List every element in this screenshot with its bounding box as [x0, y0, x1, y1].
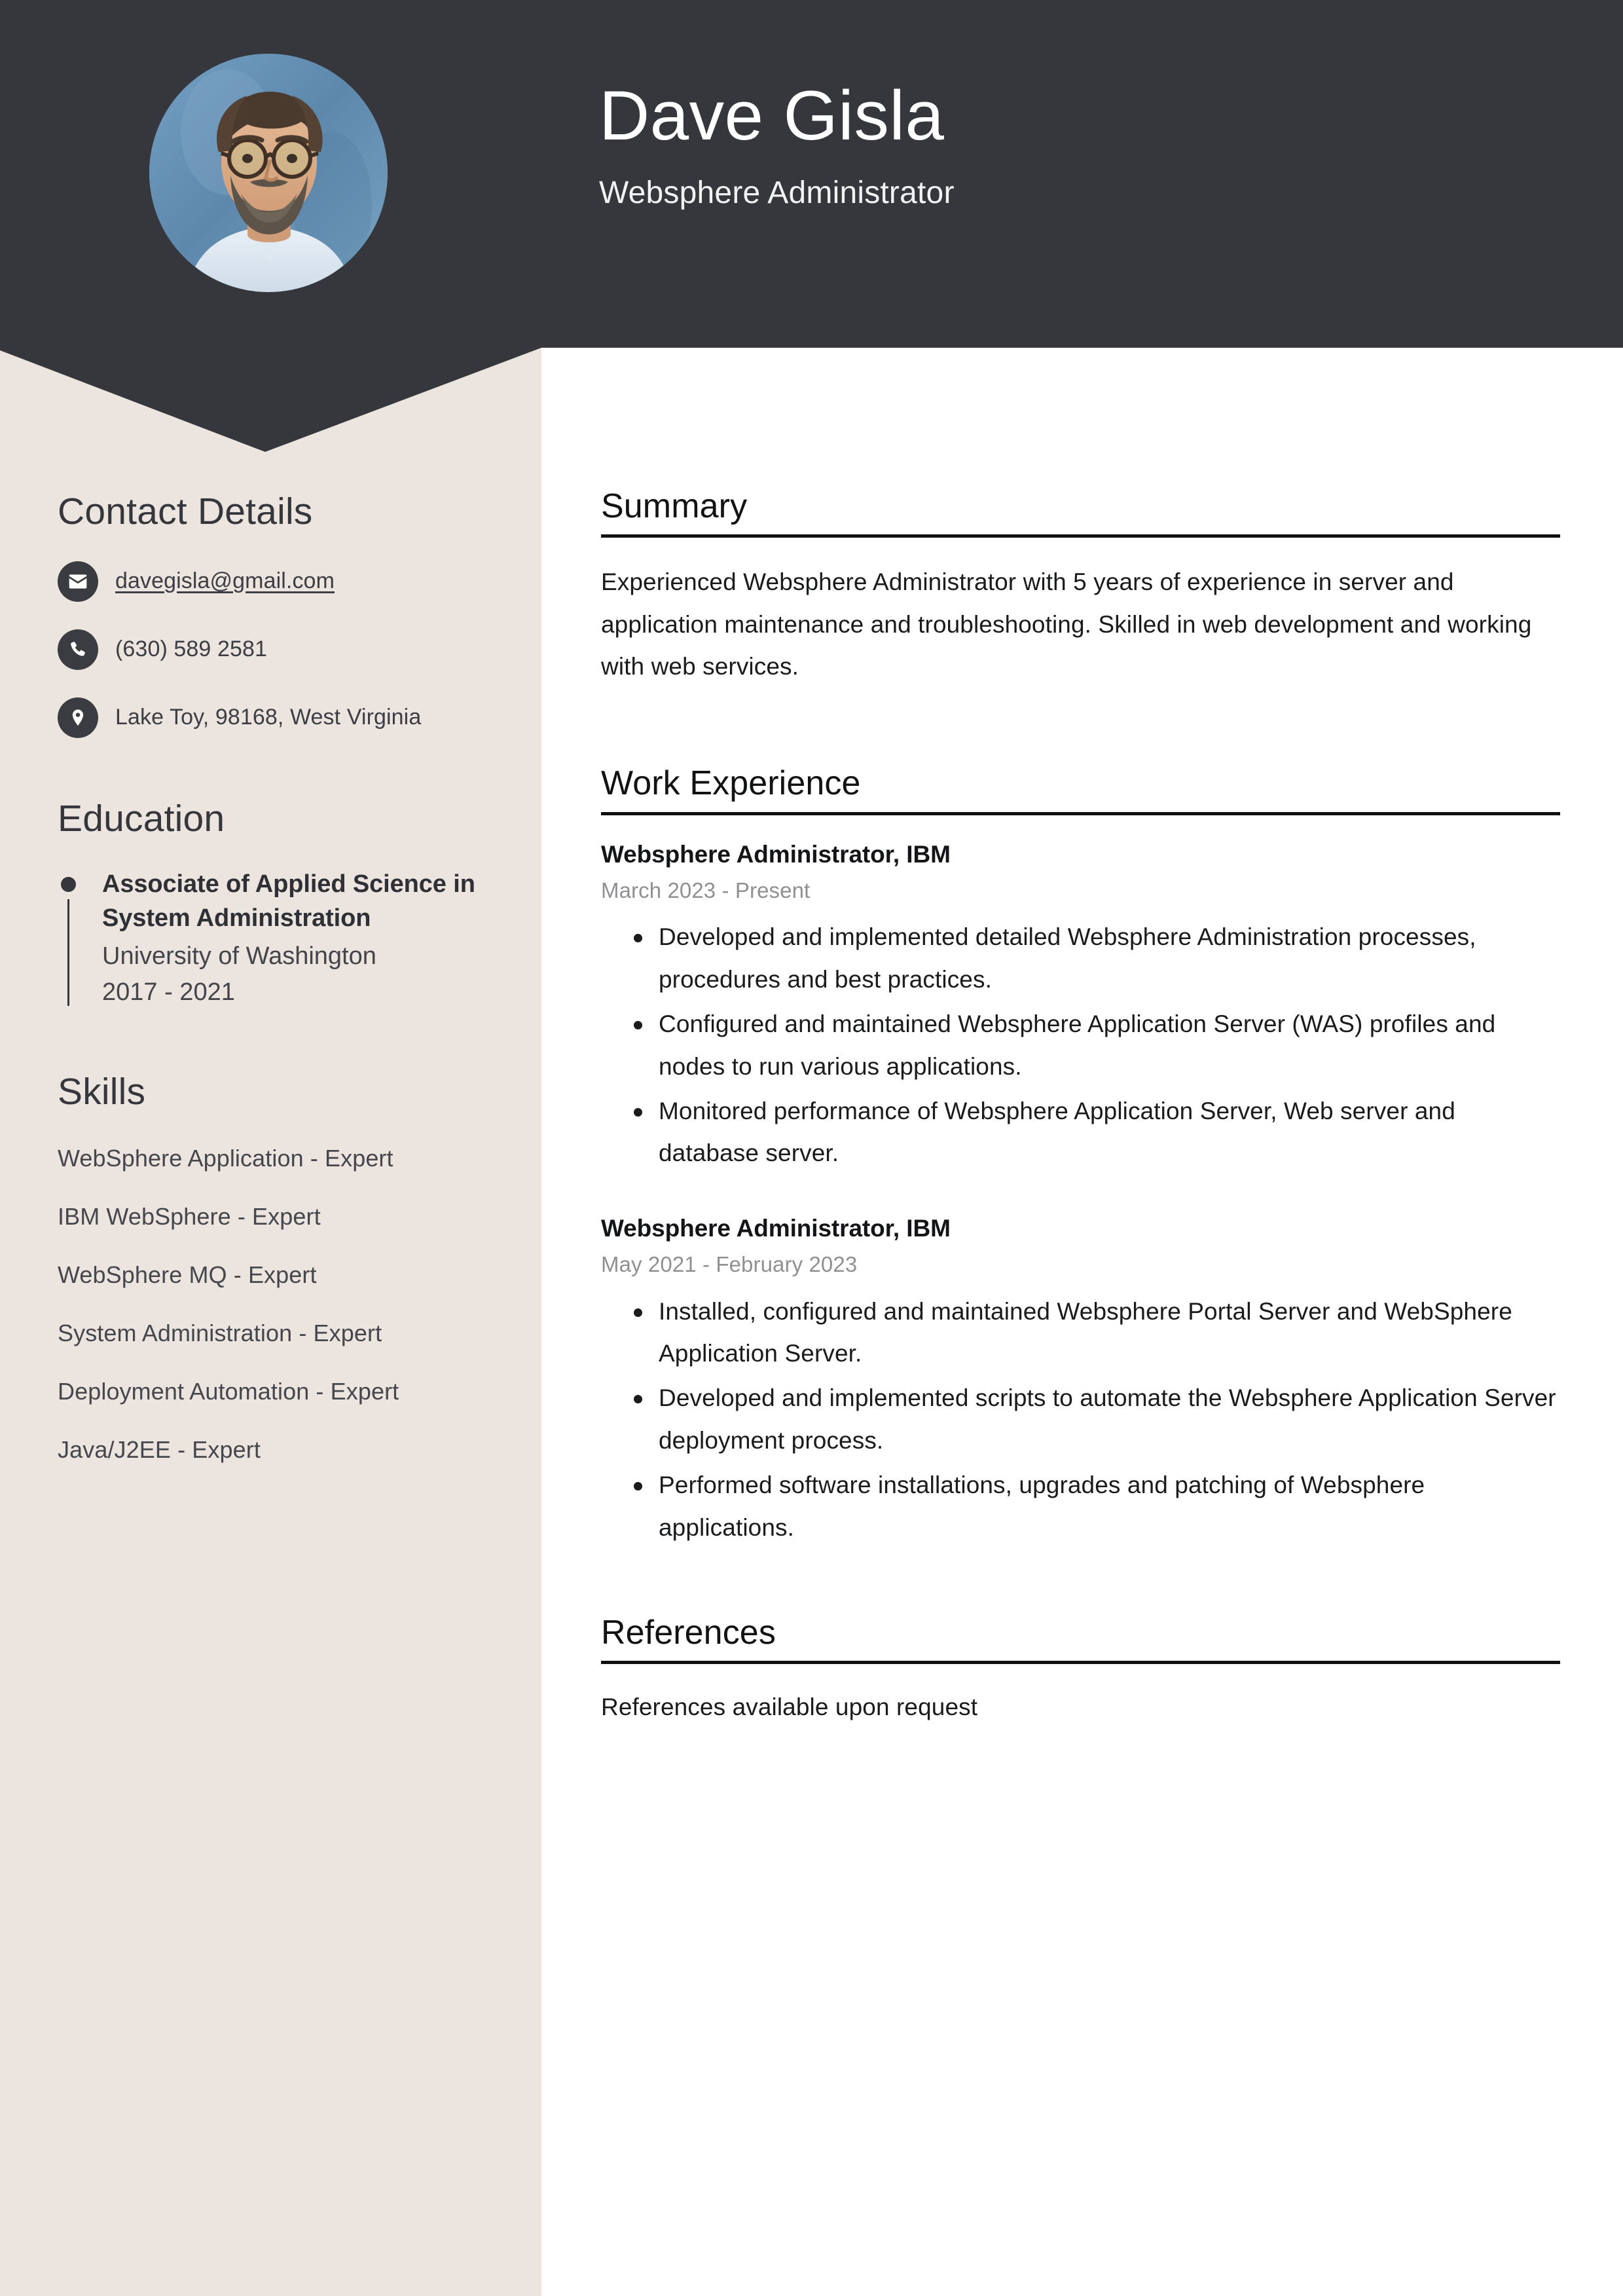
work-experience-section: Work Experience Websphere Administrator,…	[601, 765, 1560, 1549]
job-bullet: Configured and maintained Websphere Appl…	[634, 1003, 1560, 1088]
candidate-name: Dave Gisla	[599, 76, 945, 155]
skill-item: Deployment Automation - Expert	[58, 1378, 399, 1405]
main-content: Summary Experienced Websphere Administra…	[601, 487, 1560, 1726]
summary-heading: Summary	[601, 487, 748, 525]
job-title: Websphere Administrator, IBM	[601, 840, 951, 868]
contact-location-value: Lake Toy, 98168, West Virginia	[115, 705, 422, 730]
job-bullet-list: Installed, configured and maintained Web…	[601, 1291, 1560, 1549]
job-bullet: Developed and implemented detailed Websp…	[634, 916, 1560, 1001]
education-degree: Associate of Applied Science in System A…	[102, 870, 475, 933]
references-heading: References	[601, 1613, 776, 1652]
section-divider	[601, 811, 1560, 815]
skill-item: IBM WebSphere - Expert	[58, 1202, 321, 1230]
job-bullet: Monitored performance of Websphere Appli…	[634, 1090, 1560, 1175]
education-school: University of Washington	[102, 942, 376, 970]
section-divider	[601, 534, 1560, 538]
skill-item: WebSphere Application - Expert	[58, 1144, 393, 1172]
summary-text: Experienced Websphere Administrator with…	[601, 568, 1532, 680]
contact-details-heading: Contact Details	[58, 491, 313, 532]
sidebar: Contact Details davegisla@gmail.com (630…	[58, 491, 503, 1466]
contact-email-value[interactable]: davegisla@gmail.com	[115, 567, 335, 595]
job-bullet: Installed, configured and maintained Web…	[634, 1291, 1560, 1375]
contact-details-list: davegisla@gmail.com (630) 589 2581 Lake …	[58, 561, 503, 738]
job-dates: May 2021 - February 2023	[601, 1251, 858, 1276]
contact-item-email[interactable]: davegisla@gmail.com	[58, 561, 503, 602]
summary-section: Summary Experienced Websphere Administra…	[601, 487, 1560, 688]
job-entry: Websphere Administrator, IBM March 2023 …	[601, 839, 1560, 1175]
job-bullet-list: Developed and implemented detailed Websp…	[601, 916, 1560, 1174]
bullet-dot-icon	[61, 877, 76, 893]
references-text: References available upon request	[601, 1694, 978, 1721]
contact-phone-value[interactable]: (630) 589 2581	[115, 635, 267, 663]
contact-item-phone[interactable]: (630) 589 2581	[58, 629, 503, 670]
skills-heading: Skills	[58, 1071, 146, 1113]
timeline-rule	[67, 899, 69, 1007]
candidate-job-title: Websphere Administrator	[599, 176, 955, 211]
job-bullet: Developed and implemented scripts to aut…	[634, 1377, 1560, 1462]
skill-item: System Administration - Expert	[58, 1320, 382, 1347]
education-list: Associate of Applied Science in System A…	[58, 868, 503, 1010]
location-pin-icon	[58, 697, 98, 738]
references-section: References References available upon req…	[601, 1614, 1560, 1726]
envelope-icon	[58, 561, 98, 602]
skill-item: WebSphere MQ - Expert	[58, 1261, 317, 1288]
avatar	[149, 54, 388, 292]
header-identity: Dave Gisla Websphere Administrator	[599, 76, 1516, 211]
skills-list: WebSphere Application - Expert IBM WebSp…	[58, 1141, 503, 1467]
education-heading: Education	[58, 797, 225, 840]
phone-icon	[58, 629, 98, 670]
contact-item-location: Lake Toy, 98168, West Virginia	[58, 697, 503, 738]
education-item: Associate of Applied Science in System A…	[58, 868, 503, 1010]
education-years: 2017 - 2021	[102, 978, 235, 1007]
job-entry: Websphere Administrator, IBM May 2021 - …	[601, 1213, 1560, 1549]
job-title: Websphere Administrator, IBM	[601, 1214, 951, 1242]
section-divider	[601, 1661, 1560, 1665]
skill-item: Java/J2EE - Expert	[58, 1436, 261, 1464]
job-bullet: Performed software installations, upgrad…	[634, 1464, 1560, 1549]
resume-page: Dave Gisla Websphere Administrator Conta…	[0, 0, 1623, 2296]
job-dates: March 2023 - Present	[601, 878, 811, 902]
work-experience-heading: Work Experience	[601, 764, 861, 803]
